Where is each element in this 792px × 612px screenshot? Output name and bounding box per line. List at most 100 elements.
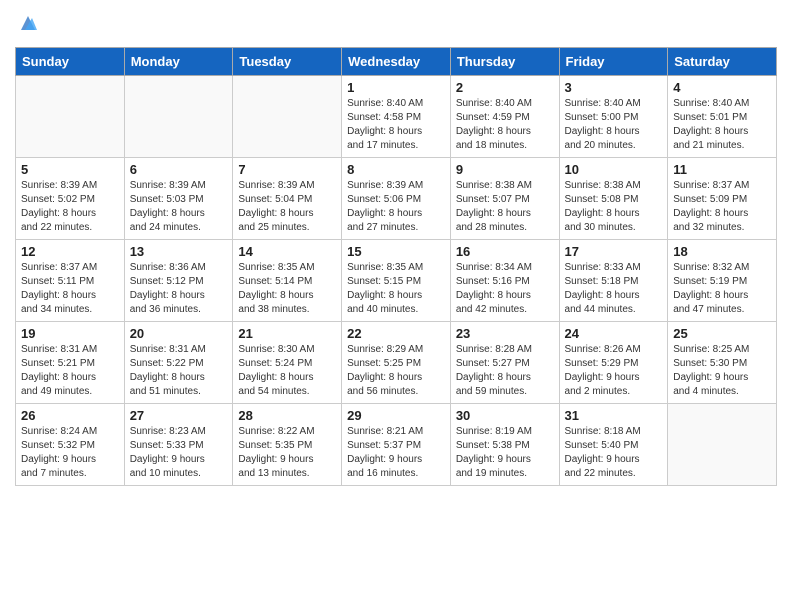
weekday-header-sunday: Sunday: [16, 48, 125, 76]
day-number: 23: [456, 326, 554, 341]
day-cell: [668, 404, 777, 486]
day-cell: 31Sunrise: 8:18 AM Sunset: 5:40 PM Dayli…: [559, 404, 668, 486]
day-info: Sunrise: 8:38 AM Sunset: 5:08 PM Dayligh…: [565, 179, 663, 235]
day-info: Sunrise: 8:39 AM Sunset: 5:06 PM Dayligh…: [347, 179, 445, 235]
day-cell: 17 Sunrise: 8:33 AM Sunset: 5:18 PM Dayli…: [559, 240, 668, 322]
day-cell: 5 Sunrise: 8:39 AM Sunset: 5:02 PM Daylig…: [16, 158, 125, 240]
day-info: Sunrise: 8:40 AM Sunset: 4:59 PM Dayligh…: [456, 97, 554, 153]
day-info: Sunrise: 8:37 AM Sunset: 5:11 PM Dayligh…: [21, 261, 119, 317]
day-info: Sunrise: 8:26 AM Sunset: 5:29 PM Dayligh…: [565, 343, 663, 399]
header: [15, 10, 777, 39]
weekday-header-friday: Friday: [559, 48, 668, 76]
day-cell: 30 Sunrise: 8:19 AM Sunset: 5:38 PM Dayli…: [450, 404, 559, 486]
day-cell: 23 Sunrise: 8:28 AM Sunset: 5:27 PM Dayli…: [450, 322, 559, 404]
day-info: Sunrise: 8:25 AM Sunset: 5:30 PM Dayligh…: [673, 343, 771, 399]
day-number: 20: [130, 326, 228, 341]
week-row-4: 26Sunrise: 8:24 AM Sunset: 5:32 PM Dayli…: [16, 404, 777, 486]
day-number: 17: [565, 244, 663, 259]
day-cell: 6 Sunrise: 8:39 AM Sunset: 5:03 PM Daylig…: [124, 158, 233, 240]
day-info: Sunrise: 8:34 AM Sunset: 5:16 PM Dayligh…: [456, 261, 554, 317]
day-number: 5: [21, 162, 119, 177]
day-cell: 20 Sunrise: 8:31 AM Sunset: 5:22 PM Dayli…: [124, 322, 233, 404]
page: SundayMondayTuesdayWednesdayThursdayFrid…: [0, 0, 792, 501]
day-cell: [124, 76, 233, 158]
day-info: Sunrise: 8:40 AM Sunset: 5:00 PM Dayligh…: [565, 97, 663, 153]
day-cell: 15 Sunrise: 8:35 AM Sunset: 5:15 PM Dayli…: [342, 240, 451, 322]
day-cell: 3 Sunrise: 8:40 AM Sunset: 5:00 PM Daylig…: [559, 76, 668, 158]
day-cell: 24 Sunrise: 8:26 AM Sunset: 5:29 PM Dayli…: [559, 322, 668, 404]
week-row-2: 12 Sunrise: 8:37 AM Sunset: 5:11 PM Dayli…: [16, 240, 777, 322]
day-info: Sunrise: 8:32 AM Sunset: 5:19 PM Dayligh…: [673, 261, 771, 317]
week-row-3: 19 Sunrise: 8:31 AM Sunset: 5:21 PM Dayli…: [16, 322, 777, 404]
calendar-table: SundayMondayTuesdayWednesdayThursdayFrid…: [15, 47, 777, 486]
day-number: 29: [347, 408, 445, 423]
day-number: 28: [238, 408, 336, 423]
day-cell: 9Sunrise: 8:38 AM Sunset: 5:07 PM Daylig…: [450, 158, 559, 240]
weekday-header-row: SundayMondayTuesdayWednesdayThursdayFrid…: [16, 48, 777, 76]
day-info: Sunrise: 8:29 AM Sunset: 5:25 PM Dayligh…: [347, 343, 445, 399]
day-cell: 1Sunrise: 8:40 AM Sunset: 4:58 PM Daylig…: [342, 76, 451, 158]
day-info: Sunrise: 8:30 AM Sunset: 5:24 PM Dayligh…: [238, 343, 336, 399]
day-number: 15: [347, 244, 445, 259]
day-cell: 18 Sunrise: 8:32 AM Sunset: 5:19 PM Dayli…: [668, 240, 777, 322]
day-cell: 25 Sunrise: 8:25 AM Sunset: 5:30 PM Dayli…: [668, 322, 777, 404]
weekday-header-tuesday: Tuesday: [233, 48, 342, 76]
day-info: Sunrise: 8:31 AM Sunset: 5:22 PM Dayligh…: [130, 343, 228, 399]
weekday-header-wednesday: Wednesday: [342, 48, 451, 76]
day-number: 2: [456, 80, 554, 95]
day-info: Sunrise: 8:23 AM Sunset: 5:33 PM Dayligh…: [130, 425, 228, 481]
day-number: 27: [130, 408, 228, 423]
day-number: 18: [673, 244, 771, 259]
day-cell: 7 Sunrise: 8:39 AM Sunset: 5:04 PM Daylig…: [233, 158, 342, 240]
day-info: Sunrise: 8:22 AM Sunset: 5:35 PM Dayligh…: [238, 425, 336, 481]
day-info: Sunrise: 8:40 AM Sunset: 5:01 PM Dayligh…: [673, 97, 771, 153]
day-number: 19: [21, 326, 119, 341]
day-number: 1: [347, 80, 445, 95]
day-cell: 14Sunrise: 8:35 AM Sunset: 5:14 PM Dayli…: [233, 240, 342, 322]
day-cell: 16Sunrise: 8:34 AM Sunset: 5:16 PM Dayli…: [450, 240, 559, 322]
day-cell: 4 Sunrise: 8:40 AM Sunset: 5:01 PM Daylig…: [668, 76, 777, 158]
day-number: 22: [347, 326, 445, 341]
day-info: Sunrise: 8:33 AM Sunset: 5:18 PM Dayligh…: [565, 261, 663, 317]
day-number: 9: [456, 162, 554, 177]
logo: [15, 10, 39, 39]
day-cell: 26Sunrise: 8:24 AM Sunset: 5:32 PM Dayli…: [16, 404, 125, 486]
day-info: Sunrise: 8:35 AM Sunset: 5:15 PM Dayligh…: [347, 261, 445, 317]
day-cell: 12 Sunrise: 8:37 AM Sunset: 5:11 PM Dayli…: [16, 240, 125, 322]
day-cell: 19 Sunrise: 8:31 AM Sunset: 5:21 PM Dayli…: [16, 322, 125, 404]
day-info: Sunrise: 8:39 AM Sunset: 5:04 PM Dayligh…: [238, 179, 336, 235]
day-cell: [233, 76, 342, 158]
day-cell: [16, 76, 125, 158]
day-number: 3: [565, 80, 663, 95]
day-info: Sunrise: 8:37 AM Sunset: 5:09 PM Dayligh…: [673, 179, 771, 235]
day-cell: 8Sunrise: 8:39 AM Sunset: 5:06 PM Daylig…: [342, 158, 451, 240]
day-cell: 2 Sunrise: 8:40 AM Sunset: 4:59 PM Daylig…: [450, 76, 559, 158]
day-cell: 13 Sunrise: 8:36 AM Sunset: 5:12 PM Dayli…: [124, 240, 233, 322]
day-cell: 28 Sunrise: 8:22 AM Sunset: 5:35 PM Dayli…: [233, 404, 342, 486]
day-number: 6: [130, 162, 228, 177]
day-number: 11: [673, 162, 771, 177]
day-info: Sunrise: 8:31 AM Sunset: 5:21 PM Dayligh…: [21, 343, 119, 399]
day-info: Sunrise: 8:28 AM Sunset: 5:27 PM Dayligh…: [456, 343, 554, 399]
week-row-1: 5 Sunrise: 8:39 AM Sunset: 5:02 PM Daylig…: [16, 158, 777, 240]
day-cell: 27 Sunrise: 8:23 AM Sunset: 5:33 PM Dayli…: [124, 404, 233, 486]
day-number: 4: [673, 80, 771, 95]
day-number: 13: [130, 244, 228, 259]
day-cell: 29 Sunrise: 8:21 AM Sunset: 5:37 PM Dayli…: [342, 404, 451, 486]
day-info: Sunrise: 8:39 AM Sunset: 5:02 PM Dayligh…: [21, 179, 119, 235]
day-info: Sunrise: 8:21 AM Sunset: 5:37 PM Dayligh…: [347, 425, 445, 481]
day-info: Sunrise: 8:36 AM Sunset: 5:12 PM Dayligh…: [130, 261, 228, 317]
logo-icon: [17, 12, 39, 39]
day-number: 30: [456, 408, 554, 423]
day-info: Sunrise: 8:39 AM Sunset: 5:03 PM Dayligh…: [130, 179, 228, 235]
day-number: 7: [238, 162, 336, 177]
day-cell: 10Sunrise: 8:38 AM Sunset: 5:08 PM Dayli…: [559, 158, 668, 240]
day-number: 12: [21, 244, 119, 259]
day-number: 24: [565, 326, 663, 341]
day-number: 21: [238, 326, 336, 341]
day-info: Sunrise: 8:24 AM Sunset: 5:32 PM Dayligh…: [21, 425, 119, 481]
day-cell: 22 Sunrise: 8:29 AM Sunset: 5:25 PM Dayli…: [342, 322, 451, 404]
day-cell: 11 Sunrise: 8:37 AM Sunset: 5:09 PM Dayli…: [668, 158, 777, 240]
day-number: 25: [673, 326, 771, 341]
day-info: Sunrise: 8:19 AM Sunset: 5:38 PM Dayligh…: [456, 425, 554, 481]
